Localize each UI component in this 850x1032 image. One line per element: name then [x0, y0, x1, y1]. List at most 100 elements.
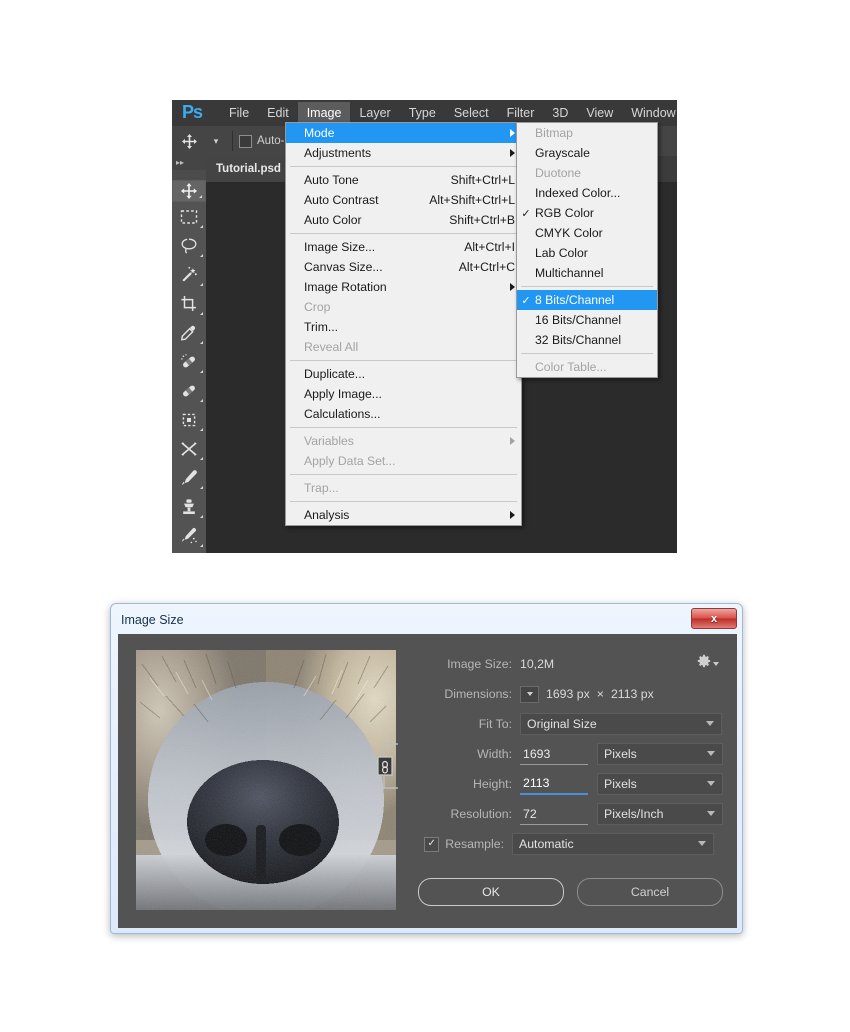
image-menu-item-variables: Variables: [286, 431, 521, 451]
menu-item-label: 32 Bits/Channel: [535, 333, 622, 347]
menu-item-label: Apply Image...: [304, 387, 382, 401]
mode-menu-item-32-bits-channel[interactable]: 32 Bits/Channel: [517, 330, 657, 350]
menu-file[interactable]: File: [220, 102, 258, 124]
menu-window[interactable]: Window: [622, 102, 677, 124]
menu-layer[interactable]: Layer: [350, 102, 399, 124]
dimensions-height-value: 2113 px: [610, 687, 654, 701]
options-current-tool-icon[interactable]: [172, 127, 206, 155]
resolution-unit-dropdown[interactable]: Pixels/Inch: [597, 803, 723, 825]
mode-menu-item-lab-color[interactable]: Lab Color: [517, 243, 657, 263]
height-input[interactable]: [520, 773, 588, 795]
crop-tool[interactable]: [172, 289, 206, 318]
dimensions-units-dropdown[interactable]: [520, 685, 539, 703]
brush-tool[interactable]: [172, 463, 206, 492]
mode-menu-item-bitmap: Bitmap: [517, 123, 657, 143]
resample-dropdown[interactable]: Automatic: [512, 833, 714, 855]
lasso-tool[interactable]: [172, 231, 206, 260]
width-input[interactable]: [520, 743, 588, 765]
mode-menu-item-8-bits-channel[interactable]: ✓ 8 Bits/Channel: [517, 290, 657, 310]
image-menu-item-analysis[interactable]: Analysis: [286, 505, 521, 525]
submenu-arrow-icon: [510, 283, 515, 291]
eraser-tool[interactable]: [172, 550, 206, 553]
menu-item-label: Reveal All: [304, 340, 359, 354]
image-size-dialog: Image Size x Image Size: 10,2M Dimension…: [110, 603, 743, 934]
menu-item-label: Image Size...: [304, 240, 376, 254]
options-tool-preset-caret[interactable]: ▾: [206, 127, 226, 155]
menu-filter[interactable]: Filter: [498, 102, 544, 124]
fit-to-dropdown[interactable]: Original Size: [520, 713, 722, 735]
menu-view[interactable]: View: [577, 102, 622, 124]
menu-item-label: Indexed Color...: [535, 186, 621, 200]
image-size-value: 10,2M: [520, 657, 555, 671]
move-tool[interactable]: [172, 180, 206, 202]
image-menu-item-auto-tone[interactable]: Auto Tone Shift+Ctrl+L: [286, 170, 521, 190]
menu-select[interactable]: Select: [445, 102, 498, 124]
mode-submenu-dropdown[interactable]: Bitmap Grayscale Duotone Indexed Color... ✓ R…: [516, 122, 658, 378]
image-menu-item-image-rotation[interactable]: Image Rotation: [286, 277, 521, 297]
menu-image[interactable]: Image: [297, 102, 351, 124]
rectangular-marquee-tool[interactable]: [172, 202, 206, 231]
mode-menu-item-cmyk-color[interactable]: CMYK Color: [517, 223, 657, 243]
image-menu-item-duplicate[interactable]: Duplicate...: [286, 364, 521, 384]
auto-select-checkbox[interactable]: [239, 134, 252, 148]
menu-item-label: Lab Color: [535, 246, 588, 260]
menu-item-label: CMYK Color: [535, 226, 603, 240]
clone-stamp-tool[interactable]: [172, 492, 206, 521]
height-unit-dropdown[interactable]: Pixels: [597, 773, 723, 795]
image-menu-item-auto-contrast[interactable]: Auto Contrast Alt+Shift+Ctrl+L: [286, 190, 521, 210]
mode-menu-item-16-bits-channel[interactable]: 16 Bits/Channel: [517, 310, 657, 330]
patch-tool[interactable]: [172, 376, 206, 405]
image-menu-item-mode[interactable]: Mode: [286, 123, 521, 143]
image-menu-item-calculations[interactable]: Calculations...: [286, 404, 521, 424]
image-menu-item-apply-image[interactable]: Apply Image...: [286, 384, 521, 404]
document-tab[interactable]: Tutorial.psd: [206, 156, 291, 182]
dimensions-row: Dimensions: 1693 px × 2113 px: [418, 682, 723, 706]
dialog-button-row: OK Cancel: [418, 878, 723, 906]
mode-menu-item-rgb-color[interactable]: ✓ RGB Color: [517, 203, 657, 223]
resolution-input[interactable]: [520, 803, 588, 825]
height-unit-value: Pixels: [604, 777, 637, 791]
submenu-arrow-icon: [510, 437, 515, 445]
image-menu-item-image-size[interactable]: Image Size... Alt+Ctrl+I: [286, 237, 521, 257]
mode-menu-item-indexed-color[interactable]: Indexed Color...: [517, 183, 657, 203]
menu-3d[interactable]: 3D: [543, 102, 577, 124]
image-menu-item-canvas-size[interactable]: Canvas Size... Alt+Ctrl+C: [286, 257, 521, 277]
width-label: Width:: [477, 747, 512, 761]
image-preview[interactable]: [136, 650, 396, 910]
close-icon[interactable]: x: [691, 608, 737, 629]
menu-item-shortcut: Shift+Ctrl+B: [449, 213, 515, 227]
mode-menu-item-multichannel[interactable]: Multichannel: [517, 263, 657, 283]
menu-item-label: Analysis: [304, 508, 350, 522]
dialog-title: Image Size: [121, 613, 184, 627]
check-icon: ✓: [521, 207, 531, 220]
mode-menu-item-grayscale[interactable]: Grayscale: [517, 143, 657, 163]
image-menu-dropdown[interactable]: Mode Adjustments Auto Tone Shift+Ctrl+L Auto…: [285, 122, 522, 526]
width-unit-dropdown[interactable]: Pixels: [597, 743, 723, 765]
image-menu-item-adjustments[interactable]: Adjustments: [286, 143, 521, 163]
chevron-down-icon: [707, 811, 715, 816]
menu-item-label: Grayscale: [535, 146, 590, 160]
tools-panel-collapse-handle[interactable]: ▸▸: [172, 156, 206, 170]
menu-item-label: Image Rotation: [304, 280, 387, 294]
eyedropper-tool[interactable]: [172, 318, 206, 347]
menu-item-label: 8 Bits/Channel: [535, 293, 615, 307]
link-dimensions-icon[interactable]: [376, 738, 412, 794]
spot-healing-brush-tool[interactable]: [172, 347, 206, 376]
magic-wand-tool[interactable]: [172, 260, 206, 289]
menu-separator: [521, 286, 653, 287]
menu-type[interactable]: Type: [400, 102, 445, 124]
menu-item-label: Auto Contrast: [304, 193, 379, 207]
menu-edit[interactable]: Edit: [258, 102, 298, 124]
resample-checkbox[interactable]: ✓: [424, 836, 440, 852]
submenu-arrow-icon: [510, 129, 515, 137]
history-brush-tool[interactable]: [172, 521, 206, 550]
gear-icon[interactable]: [697, 654, 719, 668]
image-menu-item-trim[interactable]: Trim...: [286, 317, 521, 337]
ok-button[interactable]: OK: [418, 878, 564, 906]
cancel-button[interactable]: Cancel: [577, 878, 723, 906]
dimensions-label: Dimensions:: [444, 687, 512, 701]
fit-to-row: Fit To: Original Size: [418, 712, 723, 736]
image-menu-item-auto-color[interactable]: Auto Color Shift+Ctrl+B: [286, 210, 521, 230]
red-eye-tool[interactable]: [172, 434, 206, 463]
content-aware-move-tool[interactable]: [172, 405, 206, 434]
